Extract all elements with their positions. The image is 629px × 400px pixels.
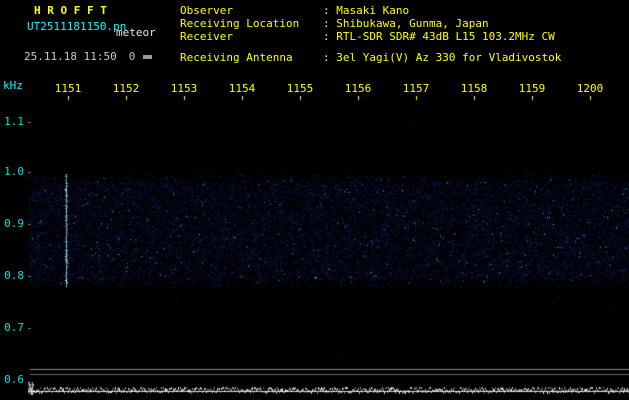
info-label: Receiving Location [180, 18, 323, 30]
spectrogram-canvas [28, 96, 629, 364]
x-tick-label: 1156 [343, 83, 373, 95]
info-separator: : [323, 30, 336, 43]
x-tick-label: 1157 [401, 83, 431, 95]
info-separator: : [323, 4, 336, 17]
x-tick-label: 1158 [459, 83, 489, 95]
y-tick-label: 0.7 [0, 322, 24, 334]
echo-counter: 0 [129, 50, 136, 63]
y-tick-label: 0.9 [0, 218, 24, 230]
y-tick-label: 0.6 [0, 374, 24, 386]
info-label: Observer [180, 5, 323, 17]
x-tick-label: 1154 [227, 83, 257, 95]
hrofft-app-window: H R O F F T UT2511181150.pn meteor 25.11… [0, 0, 629, 400]
info-label: Receiving Antenna [180, 52, 323, 64]
info-separator: : [323, 51, 336, 64]
y-tick-label: 1.0 [0, 166, 24, 178]
info-row-location: Receiving Location: Shibukawa, Gunma, Ja… [180, 18, 489, 30]
info-value: Masaki Kano [336, 4, 409, 17]
info-value: Shibukawa, Gunma, Japan [336, 17, 488, 30]
signal-level-strip-canvas [28, 364, 629, 398]
x-tick-label: 1152 [111, 83, 141, 95]
x-tick-label: 1159 [517, 83, 547, 95]
datetime-row: 25.11.18 11:50 0 [24, 51, 152, 63]
x-tick-label: 1200 [575, 83, 605, 95]
y-tick-label: 0.8 [0, 270, 24, 282]
info-separator: : [323, 17, 336, 30]
marker-block [143, 55, 152, 59]
info-value: RTL-SDR SDR# 43dB L15 103.2MHz CW [336, 30, 555, 43]
x-tick-label: 1155 [285, 83, 315, 95]
x-tick-label: 1151 [53, 83, 83, 95]
x-tick-label: 1153 [169, 83, 199, 95]
y-tick-label: 1.1 [0, 116, 24, 128]
info-row-observer: Observer: Masaki Kano [180, 5, 409, 17]
info-label: Receiver [180, 31, 323, 43]
info-row-receiver: Receiver: RTL-SDR SDR# 43dB L15 103.2MHz… [180, 31, 555, 43]
info-value: 3el Yagi(V) Az 330 for Vladivostok [336, 51, 561, 64]
output-filename: UT2511181150.pn [27, 21, 126, 33]
info-row-antenna: Receiving Antenna: 3el Yagi(V) Az 330 fo… [180, 52, 561, 64]
datetime-text: 25.11.18 11:50 [24, 50, 117, 63]
y-axis-unit-label: kHz [3, 80, 23, 92]
app-title: H R O F F T [34, 5, 107, 17]
mode-label: meteor [116, 27, 156, 39]
